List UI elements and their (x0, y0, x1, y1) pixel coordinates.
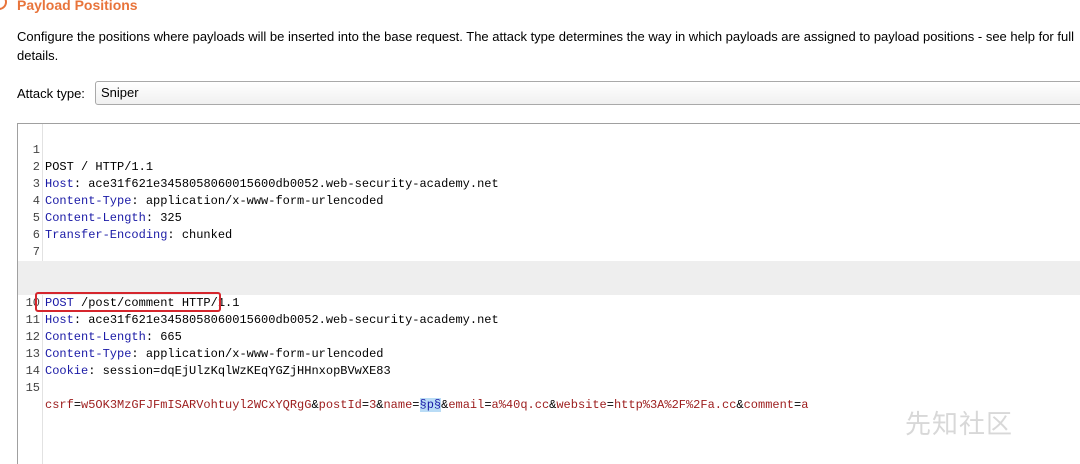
payload-position-marker[interactable]: §p§ (419, 398, 442, 412)
request-line: 4 Content-Length: 325 (18, 176, 1080, 225)
attack-type-select[interactable]: Sniper (95, 81, 1080, 105)
request-line: 2 Host: ace31f621e3458058060015600db0052… (18, 142, 1080, 191)
request-line: 12 Content-Type: application/x-www-form-… (18, 312, 1080, 361)
attack-type-label: Attack type: (17, 86, 85, 101)
highlight-annotation-box (35, 292, 221, 312)
help-icon[interactable] (0, 0, 7, 10)
request-line: 8 (18, 244, 1080, 276)
request-line: 5 Transfer-Encoding: chunked (18, 193, 1080, 242)
line-number: 15 (25, 381, 40, 395)
request-line: 14 (18, 346, 1080, 378)
request-line: 6 (18, 210, 1080, 242)
section-description: Configure the positions where payloads w… (17, 29, 1074, 63)
request-body-line: 15 csrf=w5OK3MzGFJFmISARVohtuyl2WCxYQRgG… (18, 363, 1080, 412)
request-line: 7 0 (18, 227, 1080, 276)
watermark: 先知社区 (905, 410, 1014, 440)
section-title: Payload Positions (17, 0, 138, 13)
request-line: 1 POST / HTTP/1.1 (18, 125, 1080, 174)
request-line: 13 Cookie: session=dqEjUlzKqlWzKEqYGZjHH… (18, 329, 1080, 378)
request-line: 9 POST /post/comment HTTP/1.1 (18, 261, 1080, 310)
request-line: 3 Content-Type: application/x-www-form-u… (18, 159, 1080, 208)
